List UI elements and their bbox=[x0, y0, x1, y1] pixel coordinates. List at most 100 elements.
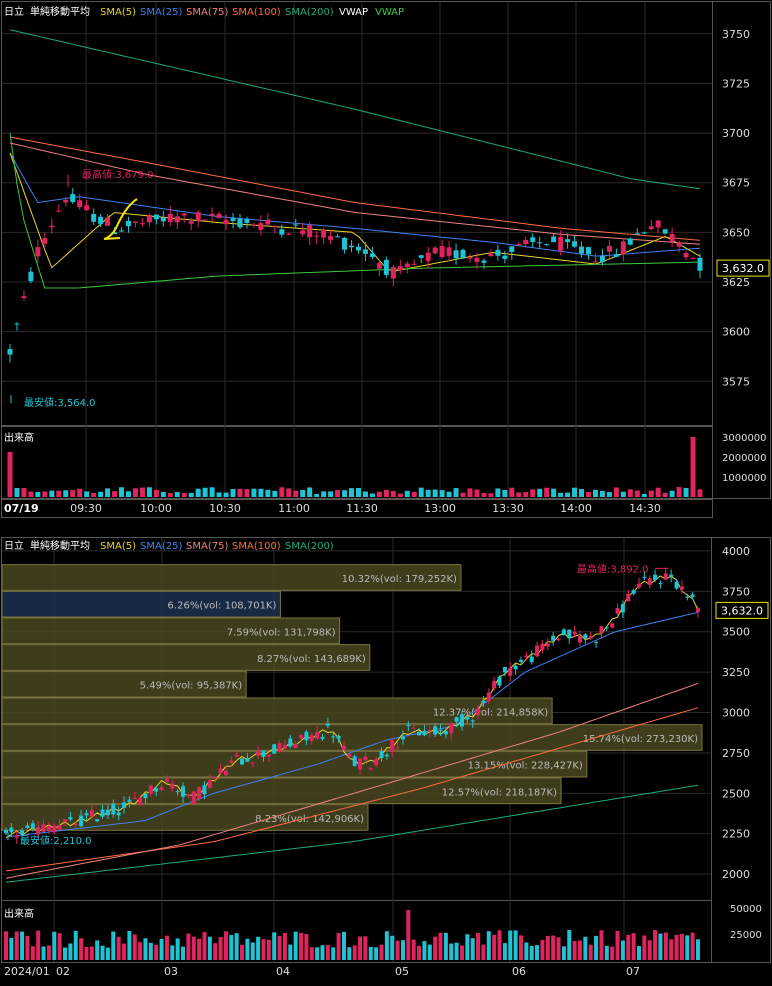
top-volume-bar bbox=[530, 489, 536, 497]
top-volume-bar bbox=[495, 488, 501, 497]
bottom-legend-sma25: SMA(25) bbox=[140, 541, 182, 552]
bottom-volume-tick-label: 50000 bbox=[730, 904, 762, 915]
bottom-y-tick-label: 3500 bbox=[722, 626, 750, 639]
top-candle bbox=[627, 238, 633, 245]
bottom-candle bbox=[465, 716, 470, 720]
top-legend-sma100: SMA(100) bbox=[232, 7, 281, 18]
top-candle bbox=[453, 250, 459, 259]
bottom-volume-bar bbox=[615, 930, 620, 960]
top-candle bbox=[579, 246, 585, 254]
top-candle bbox=[125, 220, 131, 227]
top-volume-bar bbox=[335, 489, 341, 497]
bottom-candle bbox=[229, 760, 234, 763]
top-candle bbox=[676, 242, 682, 247]
top-volume-bar bbox=[627, 489, 633, 497]
bottom-last-price: 3,632.0 bbox=[721, 604, 763, 617]
bottom-candle bbox=[502, 667, 507, 673]
bottom-candle bbox=[486, 692, 491, 702]
bottom-candle bbox=[41, 824, 46, 832]
top-volume-bar bbox=[63, 490, 69, 497]
bottom-candle bbox=[320, 736, 325, 739]
top-candle bbox=[404, 263, 410, 268]
bottom-volume-title: 出来高 bbox=[4, 907, 34, 920]
top-volume-bar bbox=[28, 491, 34, 497]
bottom-volume-bar bbox=[68, 943, 73, 960]
top-volume-bar bbox=[56, 490, 62, 497]
bottom-candle bbox=[181, 786, 186, 797]
bottom-volume-bar bbox=[73, 930, 78, 960]
bottom-volume-bar bbox=[207, 936, 212, 960]
bottom-volume-bar bbox=[4, 931, 8, 960]
top-volume-bar bbox=[592, 489, 598, 497]
bottom-candle bbox=[674, 581, 679, 589]
bottom-candle bbox=[422, 730, 427, 736]
top-candle bbox=[565, 239, 571, 243]
bottom-volume-bar bbox=[449, 943, 454, 960]
top-volume-bar bbox=[599, 490, 605, 497]
bottom-candle bbox=[159, 786, 164, 790]
top-volume-bar bbox=[153, 489, 159, 497]
top-right-axis bbox=[712, 1, 771, 499]
top-volume-tick-label: 2000000 bbox=[722, 453, 767, 464]
top-candle bbox=[258, 223, 264, 230]
bottom-volume-bar bbox=[320, 945, 325, 960]
bottom-candle bbox=[250, 762, 255, 764]
top-volume-bar bbox=[98, 491, 104, 497]
bottom-candle bbox=[68, 816, 73, 820]
top-volume-bar bbox=[355, 488, 361, 497]
bottom-volume-bar bbox=[497, 930, 502, 960]
top-candle bbox=[641, 232, 647, 234]
volume-profile-label: 8.23%(vol: 142,906K) bbox=[255, 814, 364, 825]
bottom-volume-bar bbox=[696, 939, 700, 960]
top-candle bbox=[98, 216, 104, 224]
bottom-candle bbox=[127, 799, 132, 802]
top-legend-vwap2: VWAP bbox=[375, 7, 404, 18]
bottom-volume-bar bbox=[315, 947, 320, 960]
top-volume-bar bbox=[105, 488, 111, 497]
bottom-volume-bar bbox=[218, 937, 223, 960]
top-candle bbox=[202, 219, 208, 221]
top-volume-bar bbox=[328, 491, 334, 497]
bottom-volume-bar bbox=[36, 930, 41, 960]
bottom-candle bbox=[524, 655, 529, 658]
bottom-volume-bar bbox=[213, 943, 218, 960]
top-y-tick-label: 3700 bbox=[722, 127, 750, 140]
top-volume-bar bbox=[181, 493, 187, 497]
top-candle bbox=[397, 266, 403, 271]
bottom-candle bbox=[256, 751, 261, 756]
bottom-candle bbox=[594, 642, 599, 644]
bottom-x-tick-label: 06 bbox=[512, 965, 526, 978]
top-candle bbox=[209, 213, 215, 216]
bottom-volume-bar bbox=[234, 933, 239, 960]
bottom-candle bbox=[663, 573, 668, 580]
top-volume-bar bbox=[293, 490, 299, 497]
bottom-candle bbox=[57, 824, 62, 830]
top-candle bbox=[105, 217, 111, 226]
bottom-volume-bar bbox=[626, 934, 631, 960]
bottom-candle bbox=[325, 723, 330, 726]
bottom-candle bbox=[647, 578, 652, 585]
bottom-candle bbox=[411, 727, 416, 729]
bottom-candle bbox=[690, 594, 695, 597]
bottom-volume-bar bbox=[79, 938, 84, 960]
bottom-candle bbox=[304, 731, 309, 741]
top-volume-bar bbox=[509, 487, 515, 497]
top-high-label: 最高値:3,679.0 bbox=[82, 168, 154, 181]
bottom-volume-bar bbox=[191, 936, 196, 960]
bottom-candle bbox=[4, 829, 8, 834]
bottom-x-tick-label: 2024/01 bbox=[4, 965, 50, 978]
top-candle bbox=[237, 218, 243, 228]
top-candle bbox=[28, 271, 34, 282]
top-volume-bar bbox=[565, 492, 571, 497]
bottom-y-tick-label: 3000 bbox=[722, 707, 750, 720]
top-candle bbox=[300, 230, 306, 235]
bottom-volume-bar bbox=[41, 946, 46, 960]
bottom-volume-bar bbox=[513, 930, 518, 960]
top-legend-sma25: SMA(25) bbox=[140, 7, 182, 18]
bottom-volume-bar bbox=[384, 931, 389, 960]
bottom-candle bbox=[197, 787, 202, 799]
bottom-volume-bar bbox=[443, 932, 448, 960]
top-volume-bar bbox=[119, 487, 125, 497]
volume-profile-label: 15.74%(vol: 273,230K) bbox=[583, 734, 698, 745]
bottom-candle bbox=[604, 627, 609, 629]
